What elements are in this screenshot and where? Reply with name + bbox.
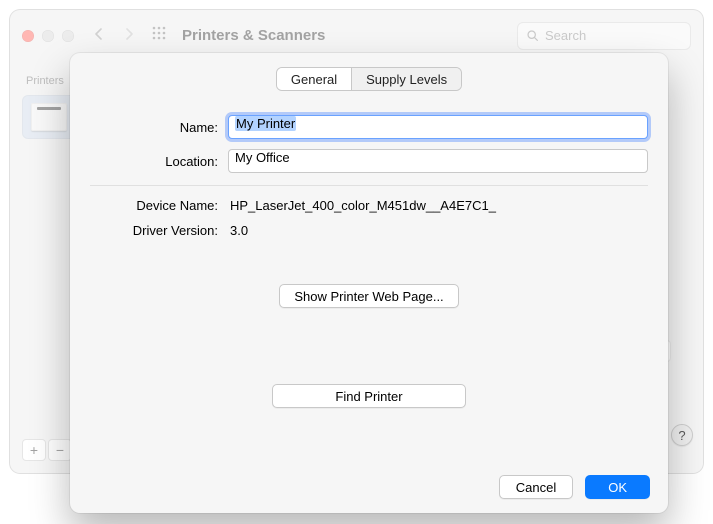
chevron-left-icon	[93, 28, 105, 40]
minimize-window-button[interactable]	[42, 30, 54, 42]
printer-options-sheet: General Supply Levels Name: My Printer L…	[70, 53, 668, 513]
zoom-window-button[interactable]	[62, 30, 74, 42]
printer-list-item[interactable]	[22, 95, 76, 139]
name-field-value: My Printer	[235, 116, 296, 131]
search-placeholder: Search	[545, 28, 586, 43]
chevron-right-icon	[123, 28, 135, 40]
cancel-button[interactable]: Cancel	[499, 475, 573, 499]
close-window-button[interactable]	[22, 30, 34, 42]
help-button[interactable]: ?	[671, 424, 693, 446]
device-name-label: Device Name:	[90, 198, 218, 213]
tab-bar: General Supply Levels	[276, 67, 462, 91]
traffic-lights	[22, 30, 74, 42]
tab-general[interactable]: General	[277, 68, 351, 90]
tab-supply-levels[interactable]: Supply Levels	[351, 68, 461, 90]
show-all-button[interactable]	[148, 25, 170, 46]
location-label: Location:	[90, 154, 218, 169]
find-printer-button[interactable]: Find Printer	[272, 384, 466, 408]
grid-icon	[151, 25, 167, 41]
window-title: Printers & Scanners	[182, 27, 325, 44]
location-field-value: My Office	[235, 150, 290, 165]
general-form: Name: My Printer Location: My Office Dev…	[88, 115, 650, 238]
search-icon	[526, 29, 539, 42]
remove-printer-button[interactable]: −	[48, 439, 72, 461]
name-field[interactable]: My Printer	[228, 115, 648, 139]
printer-icon	[31, 103, 67, 131]
device-name-value: HP_LaserJet_400_color_M451dw__A4E7C1_	[228, 198, 496, 213]
show-web-page-button[interactable]: Show Printer Web Page...	[279, 284, 458, 308]
location-field[interactable]: My Office	[228, 149, 648, 173]
name-label: Name:	[90, 120, 218, 135]
ok-button[interactable]: OK	[585, 475, 650, 499]
back-button[interactable]	[88, 27, 110, 44]
driver-version-value: 3.0	[228, 223, 248, 238]
search-field[interactable]: Search	[517, 22, 691, 50]
separator	[90, 185, 648, 186]
forward-button[interactable]	[118, 27, 140, 44]
sheet-footer: Cancel OK	[88, 465, 650, 499]
add-printer-button[interactable]: +	[22, 439, 46, 461]
driver-version-label: Driver Version:	[90, 223, 218, 238]
